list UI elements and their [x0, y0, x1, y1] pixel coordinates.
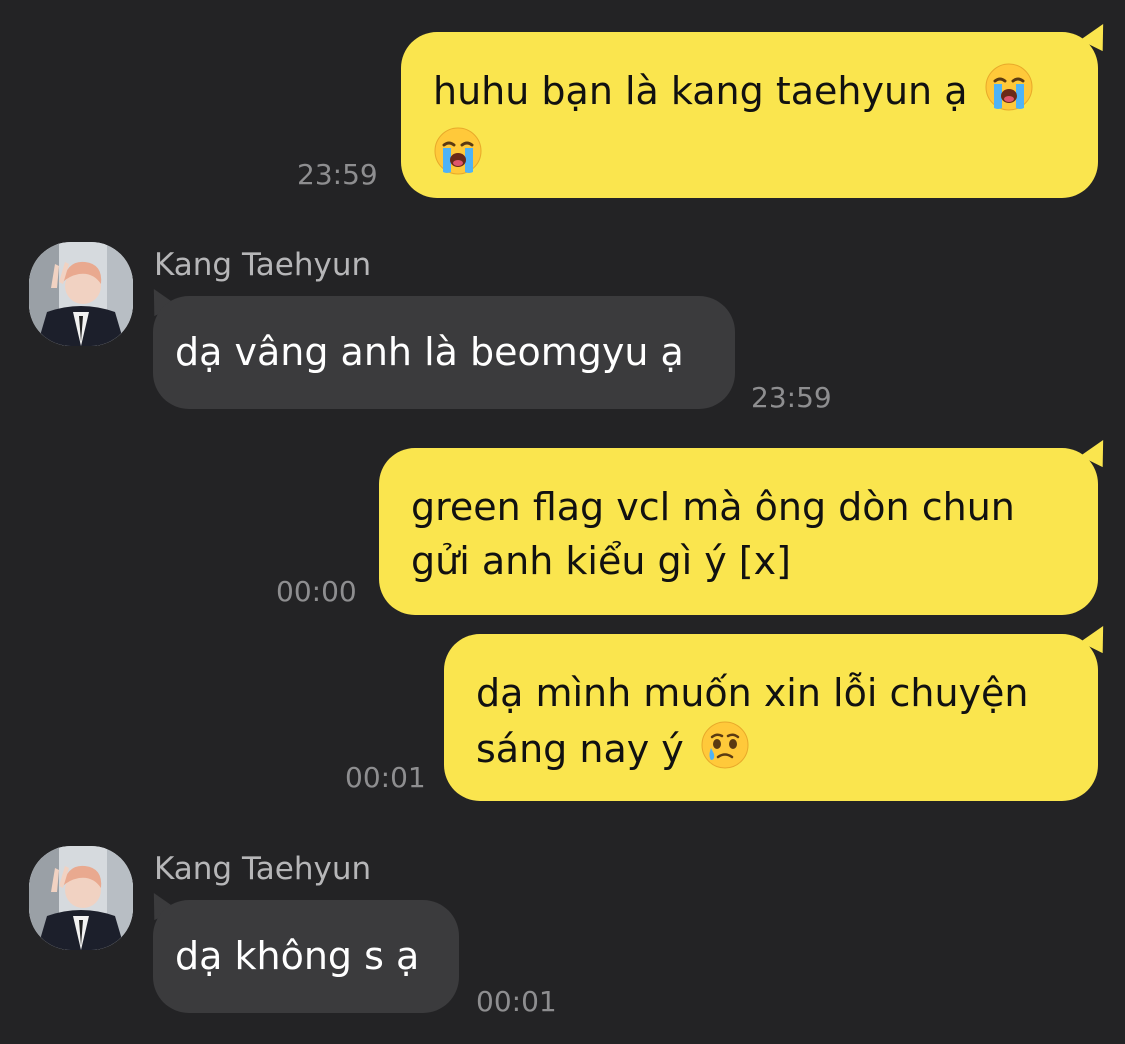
- message-bubble[interactable]: dạ mình muốn xin lỗi chuyện sáng nay ý: [444, 634, 1098, 801]
- message-timestamp: 00:00: [276, 575, 357, 608]
- message-timestamp: 00:01: [476, 985, 557, 1018]
- profile-photo-icon: [29, 846, 133, 950]
- message-timestamp: 23:59: [297, 158, 378, 191]
- message-text: dạ vâng anh là beomgyu ạ: [175, 330, 684, 374]
- loudly-crying-face-icon: [433, 126, 483, 190]
- profile-photo-icon: [29, 242, 133, 346]
- message-text-line: gửi anh kiểu gì ý [x]: [411, 539, 791, 583]
- message-text-line: green flag vcl mà ông dòn chun: [411, 485, 1015, 529]
- message-text-line: sáng nay ý: [476, 727, 684, 771]
- message-timestamp: 00:01: [345, 761, 426, 794]
- sender-name: Kang Taehyun: [154, 851, 372, 887]
- message-bubble[interactable]: green flag vcl mà ông dòn chun gửi anh k…: [379, 448, 1098, 615]
- message-timestamp: 23:59: [751, 381, 832, 414]
- face-holding-back-tears-icon: [700, 720, 750, 784]
- message-bubble[interactable]: huhu bạn là kang taehyun ạ: [401, 32, 1098, 198]
- sender-name: Kang Taehyun: [154, 247, 372, 283]
- avatar[interactable]: [29, 242, 133, 346]
- chat-conversation: huhu bạn là kang taehyun ạ 23:59 Kang Ta…: [0, 0, 1125, 1044]
- loudly-crying-face-icon: [984, 62, 1034, 126]
- message-text: huhu bạn là kang taehyun ạ: [433, 69, 968, 113]
- message-bubble[interactable]: dạ không s ạ: [153, 900, 459, 1013]
- avatar[interactable]: [29, 846, 133, 950]
- message-bubble[interactable]: dạ vâng anh là beomgyu ạ: [153, 296, 735, 409]
- message-text: dạ không s ạ: [175, 934, 420, 978]
- message-text-line: dạ mình muốn xin lỗi chuyện: [476, 671, 1029, 715]
